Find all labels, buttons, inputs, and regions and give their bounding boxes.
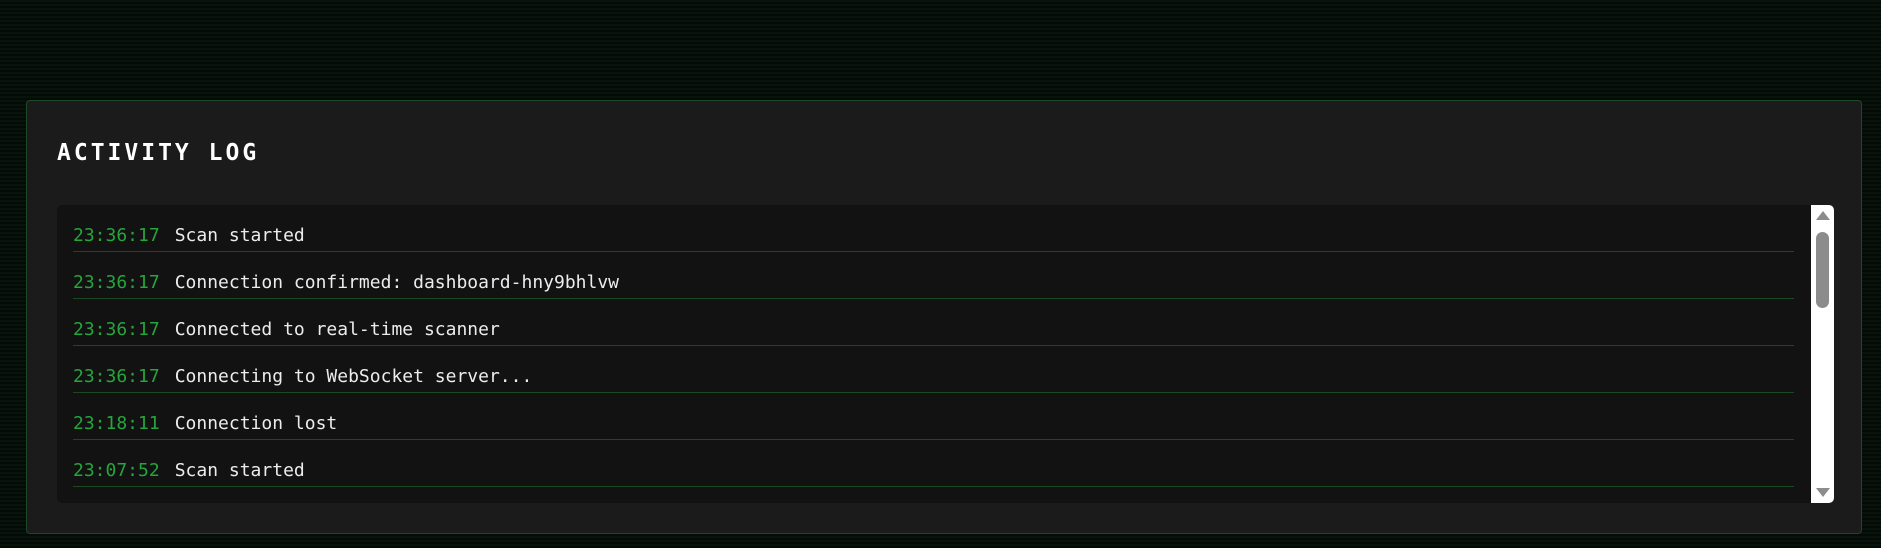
log-message: Connecting to WebSocket server... (174, 365, 533, 387)
log-timestamp: 23:07:52 (73, 459, 160, 481)
log-entry: 23:36:17 Connecting to WebSocket server.… (73, 346, 1794, 393)
panel-title: ACTIVITY LOG (57, 140, 260, 166)
log-scrollbar[interactable] (1811, 205, 1834, 503)
log-entry: 23:36:17 Connected to real-time scanner (73, 299, 1794, 346)
log-entry: 23:07:52 Scan started (73, 440, 1794, 487)
scrollbar-thumb[interactable] (1816, 232, 1829, 308)
scroll-down-arrow-icon[interactable] (1816, 488, 1830, 497)
log-entry: 23:18:11 Connection lost (73, 393, 1794, 440)
log-entries: 23:36:17 Scan started 23:36:17 Connectio… (73, 205, 1794, 503)
log-timestamp: 23:18:11 (73, 412, 160, 434)
log-message: Scan started (174, 459, 305, 481)
activity-log-panel: ACTIVITY LOG 23:36:17 Scan started 23:36… (26, 100, 1862, 534)
log-message: Connection lost (174, 412, 338, 434)
activity-log-list[interactable]: 23:36:17 Scan started 23:36:17 Connectio… (57, 205, 1834, 503)
log-entry: 23:36:17 Scan started (73, 205, 1794, 252)
scroll-up-arrow-icon[interactable] (1816, 211, 1830, 220)
log-timestamp: 23:36:17 (73, 271, 160, 293)
log-message: Scan started (174, 224, 305, 246)
log-message: Connected to real-time scanner (174, 318, 500, 340)
log-timestamp: 23:36:17 (73, 318, 160, 340)
log-message: Connection confirmed: dashboard-hny9bhlv… (174, 271, 620, 293)
log-entry: 23:36:17 Connection confirmed: dashboard… (73, 252, 1794, 299)
log-timestamp: 23:36:17 (73, 224, 160, 246)
log-timestamp: 23:36:17 (73, 365, 160, 387)
